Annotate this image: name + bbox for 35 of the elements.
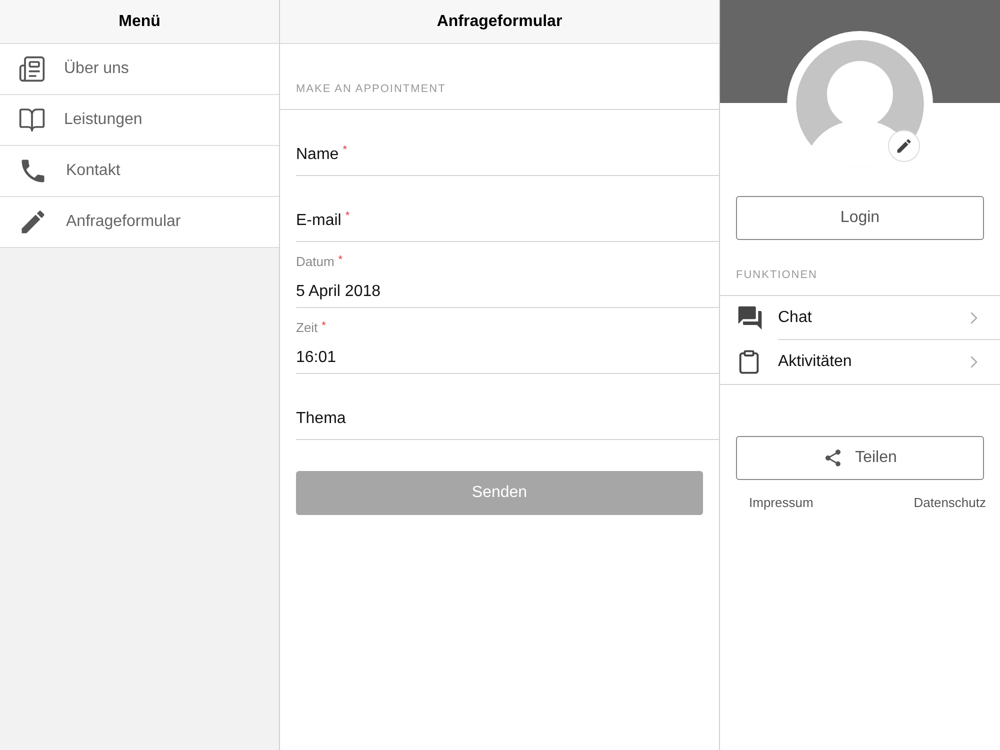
form-field[interactable]: Thema (296, 374, 719, 440)
login-button[interactable]: Login (736, 196, 984, 240)
required-mark: * (338, 253, 343, 268)
share-icon (823, 448, 844, 468)
field-label: Datum (296, 253, 334, 271)
menu-item[interactable]: Anfrageformular (0, 197, 279, 248)
function-item[interactable]: Chat (720, 296, 1000, 340)
function-item[interactable]: Aktivitäten (720, 340, 1000, 384)
footer-link[interactable]: Impressum (749, 493, 814, 512)
menu-item[interactable]: Kontakt (0, 146, 279, 197)
share-button[interactable]: Teilen (736, 436, 984, 480)
form-field[interactable]: Datum * 5 April 2018 (296, 242, 719, 308)
field-label: Name (296, 145, 339, 165)
newspaper-icon (18, 55, 46, 83)
section-heading: FUNKTIONEN (736, 268, 818, 282)
form-field[interactable]: E-mail * (296, 176, 719, 242)
pencil-icon (895, 137, 913, 155)
field-label: E-mail (296, 211, 342, 231)
section-heading: MAKE AN APPOINTMENT (296, 82, 446, 96)
field-label: Zeit (296, 319, 318, 337)
form-field[interactable]: Zeit * 16:01 (296, 308, 719, 374)
required-mark: * (322, 319, 326, 334)
field-label: Thema (296, 409, 346, 429)
form-field[interactable]: Name * (296, 110, 719, 176)
form-title: Anfrageformular (436, 12, 562, 32)
menu-item[interactable]: Leistungen (0, 95, 279, 146)
field-value: 5 April 2018 (296, 282, 382, 302)
chat-icon (736, 304, 764, 332)
menu-item[interactable]: Über uns (0, 44, 279, 95)
field-value: 16:01 (296, 348, 338, 368)
required-mark: * (345, 210, 350, 222)
menu-title: Menü (118, 12, 160, 32)
footer-link[interactable]: Datenschutz (914, 493, 986, 512)
required-mark: * (342, 144, 347, 156)
book-icon (18, 106, 46, 134)
